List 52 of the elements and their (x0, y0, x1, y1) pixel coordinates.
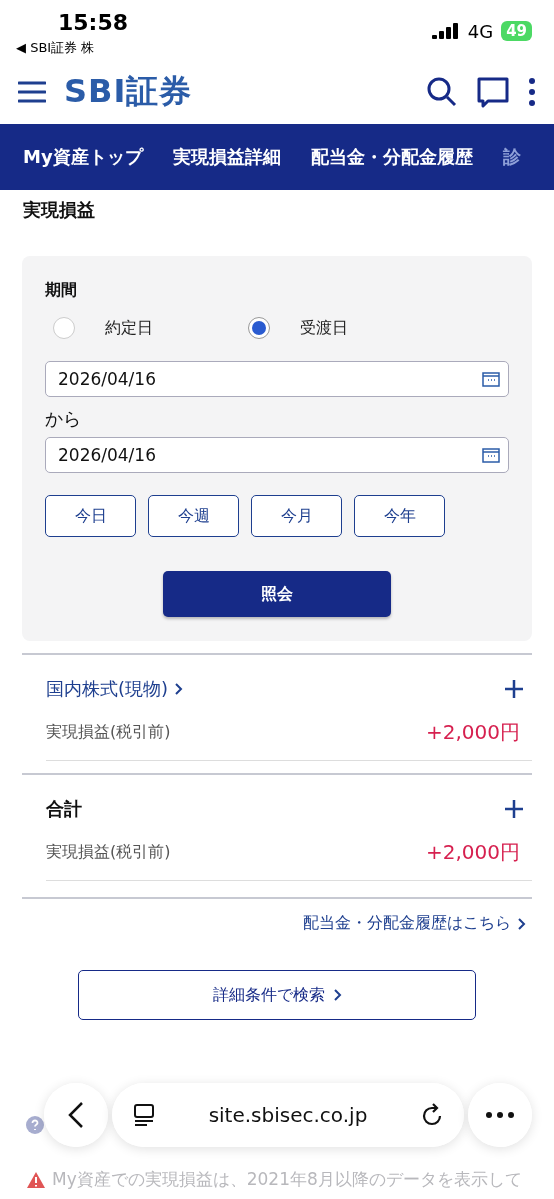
section-link[interactable]: 国内株式(現物) (46, 677, 184, 701)
logo[interactable]: SBI証券 (64, 70, 408, 114)
back-icon[interactable] (68, 1101, 84, 1129)
help-icon (26, 1116, 44, 1134)
period-label: 期間 (45, 280, 78, 301)
range-label: から (45, 407, 82, 431)
period-button[interactable]: 今週 (148, 495, 239, 537)
calendar-icon[interactable] (482, 371, 500, 387)
radio-label: 受渡日 (300, 317, 348, 339)
radio-button[interactable] (248, 317, 270, 339)
warning-icon (26, 1170, 46, 1189)
battery-level: 49 (501, 21, 532, 41)
profit-value: +2,000円 (426, 839, 520, 866)
search-button[interactable] (426, 76, 458, 108)
period-button[interactable]: 今年 (354, 495, 445, 537)
row-label: 実現損益(税引前) (46, 842, 171, 863)
date-field[interactable]: 2026/04/16 (45, 437, 509, 473)
row-label: 実現損益(税引前) (46, 722, 171, 743)
nav-tab[interactable]: My資産トップ (23, 145, 143, 169)
advanced-search-button[interactable]: 詳細条件で検索 (78, 970, 476, 1020)
clock-time: 15:58 (58, 10, 129, 35)
calendar-icon[interactable] (482, 447, 500, 463)
more-icon[interactable] (485, 1111, 515, 1119)
date-field[interactable]: 2026/04/16 (45, 361, 509, 397)
profit-value: +2,000円 (426, 719, 520, 746)
reload-icon[interactable] (420, 1102, 444, 1128)
more-button[interactable] (528, 77, 536, 107)
period-button[interactable]: 今日 (45, 495, 136, 537)
chevron-icon (174, 682, 184, 696)
dividend-history-link[interactable]: 配当金・分配金履歴はこちら (0, 913, 526, 934)
nav-tab[interactable]: 診 (502, 145, 521, 169)
chat-button[interactable] (476, 76, 510, 108)
nav-tab[interactable]: 配当金・分配金履歴 (310, 145, 473, 169)
warning-note: My資産での実現損益は、2021年8月以降のデータを表示して (52, 1168, 522, 1191)
page-title: 実現損益 (23, 198, 96, 222)
period-button[interactable]: 今月 (251, 495, 342, 537)
address-bar[interactable]: site.sbisec.co.jp (112, 1083, 464, 1147)
submit-button[interactable]: 照会 (163, 571, 391, 617)
signal-icon (431, 23, 460, 39)
radio-label: 約定日 (105, 317, 153, 339)
section-title: 合計 (46, 797, 82, 821)
nav-tab[interactable]: 実現損益詳細 (172, 145, 281, 169)
radio-button[interactable] (53, 317, 75, 339)
chevron-icon (332, 988, 342, 1002)
menu-button[interactable] (18, 80, 46, 104)
network-type: 4G (467, 20, 494, 42)
chevron-icon (517, 916, 526, 931)
url-text[interactable]: site.sbisec.co.jp (208, 1103, 368, 1127)
expand-button[interactable] (504, 799, 524, 819)
reader-icon[interactable] (132, 1103, 156, 1127)
expand-button[interactable] (504, 679, 524, 699)
back-to-app-link[interactable]: ◀ SBI証券 株 (16, 39, 129, 57)
